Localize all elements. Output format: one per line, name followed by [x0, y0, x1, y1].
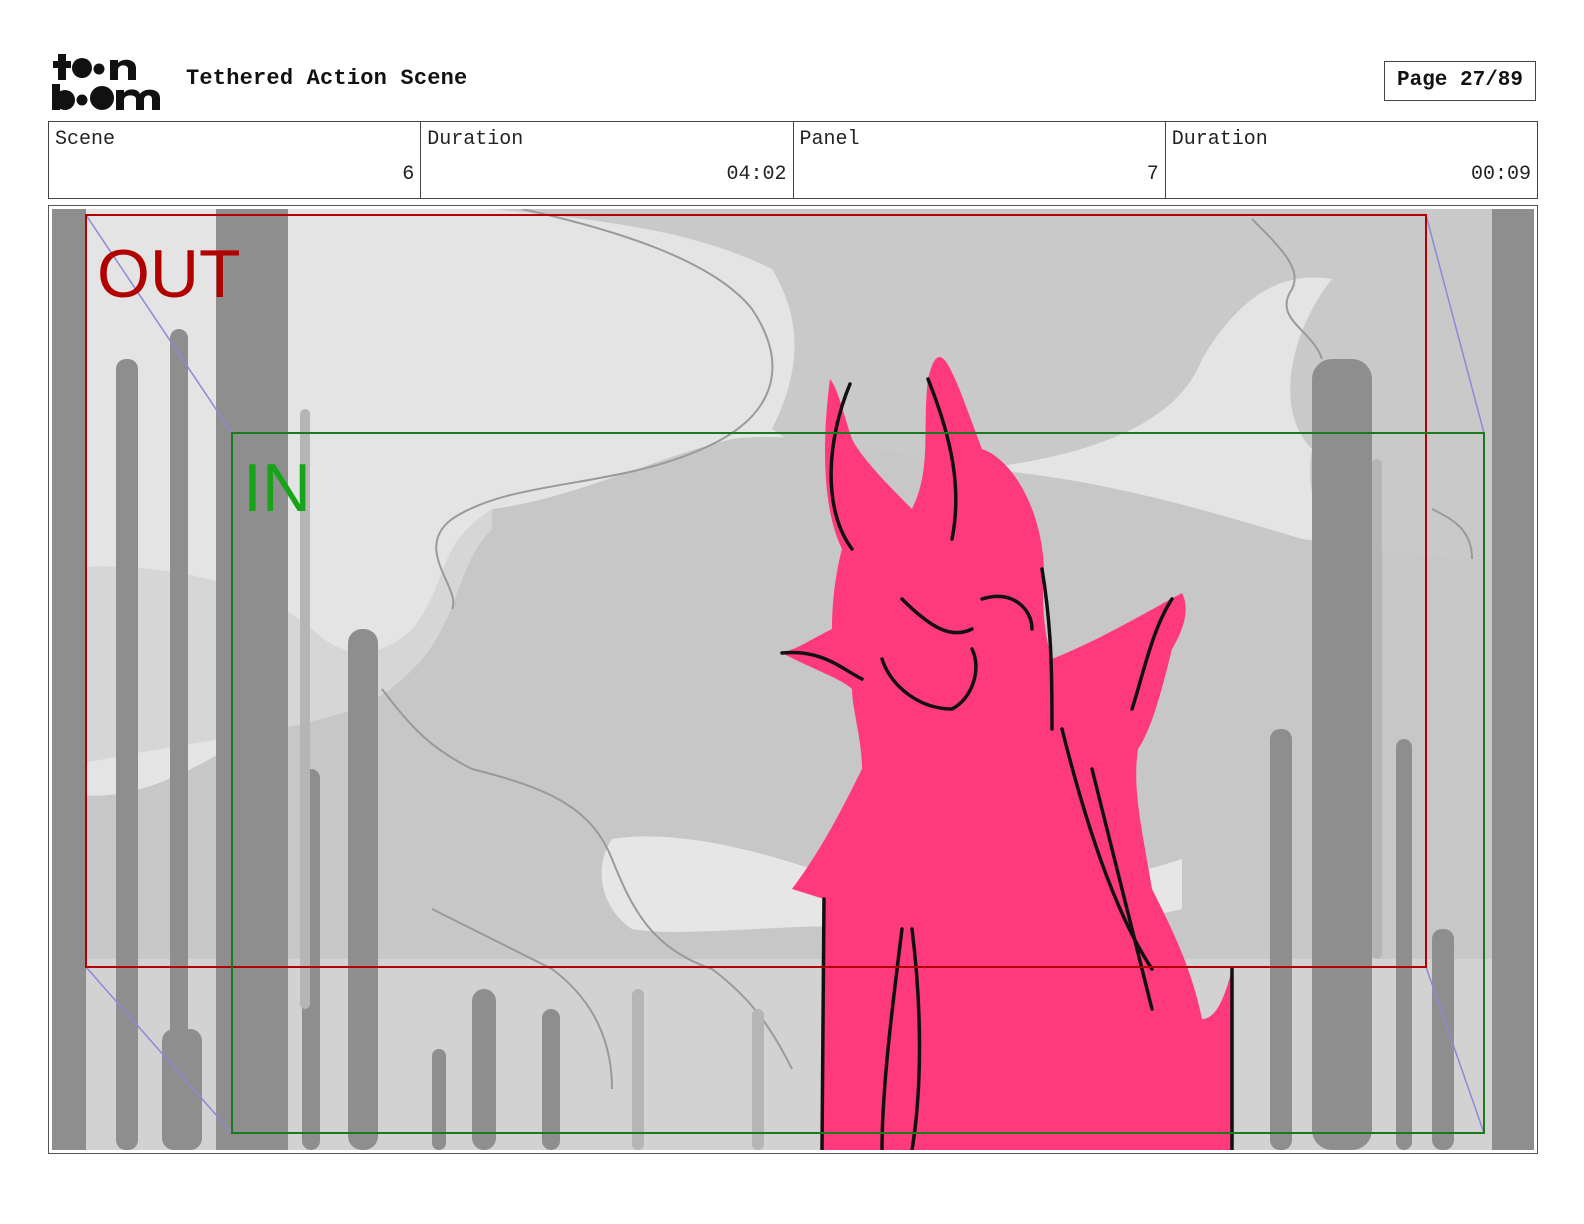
storyboard-panel: OUT IN — [48, 205, 1538, 1154]
panel-duration-label: Duration — [1171, 128, 1268, 151]
scene-duration-value: 04:02 — [726, 163, 787, 186]
scene-duration-label: Duration — [427, 128, 524, 151]
scene-info-table: Scene 6 Duration 04:02 Panel 7 Duration … — [48, 121, 1538, 199]
panel-value: 7 — [1146, 163, 1159, 186]
panel-label: Panel — [799, 128, 860, 151]
panel-duration-cell: Duration 00:09 — [1166, 122, 1537, 198]
in-label: IN — [243, 450, 311, 526]
scene-label: Scene — [55, 128, 116, 151]
panel-drawing — [52, 209, 1534, 1150]
panel-duration-value: 00:09 — [1470, 163, 1531, 186]
page-indicator: Page 27/89 — [1384, 61, 1536, 101]
toon-boom-logo — [52, 50, 164, 112]
scene-title: Tethered Action Scene — [186, 66, 468, 91]
scene-value: 6 — [402, 163, 415, 186]
scene-duration-cell: Duration 04:02 — [421, 122, 794, 198]
panel-cell: Panel 7 — [794, 122, 1166, 198]
out-label: OUT — [97, 236, 241, 312]
scene-cell: Scene 6 — [49, 122, 422, 198]
